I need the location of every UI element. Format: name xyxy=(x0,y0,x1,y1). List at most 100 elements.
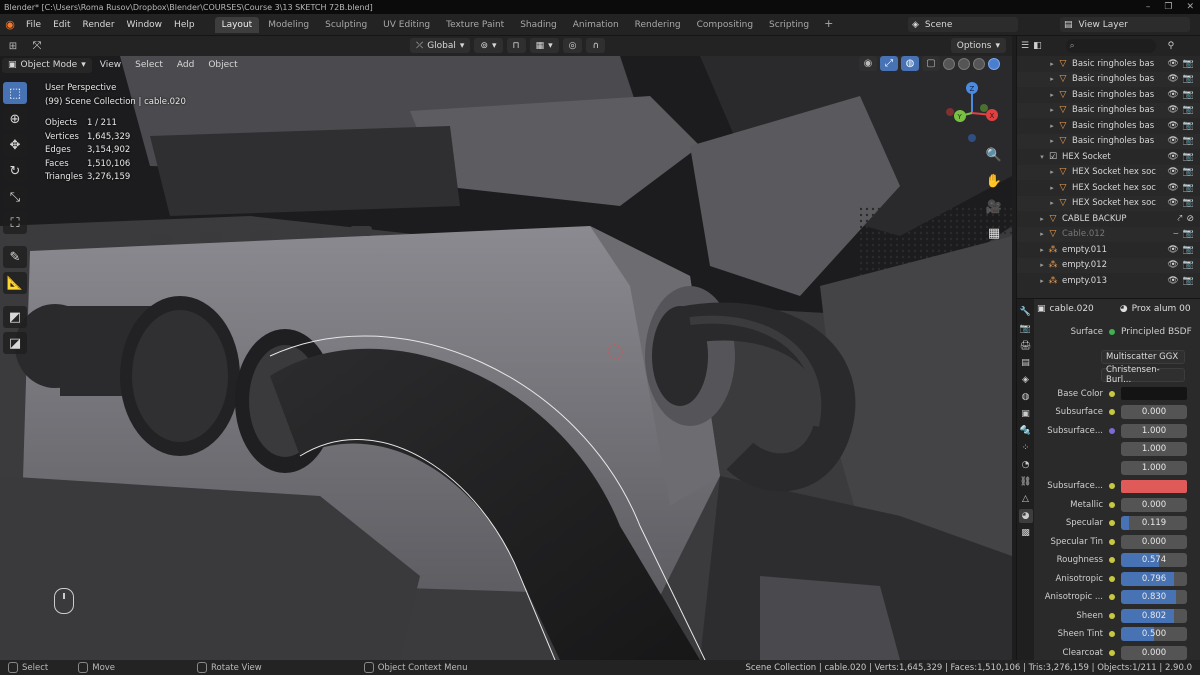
value-slider[interactable]: 0.830 xyxy=(1121,590,1187,605)
value-slider[interactable]: 0.000 xyxy=(1121,405,1187,420)
rendered-shading-icon[interactable] xyxy=(988,57,1000,70)
subsurface-method-dropdown[interactable]: Christensen-Burl... xyxy=(1101,365,1185,385)
outliner-row[interactable]: ▸ ⁂ empty.013 👁 📷 xyxy=(1017,273,1200,289)
particles-tab-icon[interactable]: ⁘ xyxy=(1019,441,1033,455)
measure-tool-icon[interactable]: 📐 xyxy=(3,272,27,294)
transform-tool-icon[interactable]: ⛶ xyxy=(3,212,27,234)
tab-rendering[interactable]: Rendering xyxy=(628,17,688,33)
world-tab-icon[interactable]: ◍ xyxy=(1019,390,1033,404)
camera-view-icon[interactable]: 🎥 xyxy=(984,198,1004,216)
tab-compositing[interactable]: Compositing xyxy=(690,17,760,33)
value-slider[interactable]: 1.000 xyxy=(1121,442,1187,457)
data-tab-icon[interactable]: △ xyxy=(1019,492,1033,506)
value-slider[interactable]: 0.000 xyxy=(1121,534,1187,549)
menu-object[interactable]: Object xyxy=(202,60,243,70)
value-slider[interactable]: 0.119 xyxy=(1121,516,1187,531)
display-mode-icon[interactable]: ◧ xyxy=(1033,41,1042,51)
tab-shading[interactable]: Shading xyxy=(513,17,564,33)
move-tool-icon[interactable]: ✥ xyxy=(3,134,27,156)
maximize-button[interactable]: ❐ xyxy=(1164,2,1172,12)
menu-help[interactable]: Help xyxy=(168,20,201,30)
menu-add[interactable]: Add xyxy=(171,60,200,70)
navigation-gizmo[interactable]: Z X Y xyxy=(940,78,1010,148)
rotate-tool-icon[interactable]: ↻ xyxy=(3,160,27,182)
gizmo-neg-z[interactable] xyxy=(968,134,976,142)
falloff-dropdown[interactable]: ∩ xyxy=(586,38,606,53)
proportional-edit-toggle[interactable]: ◎ xyxy=(562,38,583,53)
value-slider[interactable]: 0.000 xyxy=(1121,645,1187,660)
outliner-row[interactable]: ▸ ▽ Basic ringholes bas 👁 📷 xyxy=(1017,71,1200,87)
render-tab-icon[interactable]: 📷 xyxy=(1019,322,1033,336)
menu-select[interactable]: Select xyxy=(129,60,169,70)
cursor-tool-icon[interactable]: ⊕ xyxy=(3,108,27,130)
modifier-tab-icon[interactable]: 🔩 xyxy=(1019,424,1033,438)
subsurface-color-swatch[interactable] xyxy=(1121,479,1187,493)
outliner-row[interactable]: ▸ ▽ Basic ringholes bas 👁 📷 xyxy=(1017,56,1200,72)
material-tab-icon[interactable]: ◕ xyxy=(1018,509,1033,523)
menu-file[interactable]: File xyxy=(20,20,47,30)
xray-toggle-icon[interactable]: ▢ xyxy=(922,56,940,71)
wireframe-shading-icon[interactable] xyxy=(943,57,955,70)
outliner-row[interactable]: ▸ ⁂ empty.011 👁 📷 xyxy=(1017,242,1200,258)
tool-tab-icon[interactable]: 🔧 xyxy=(1019,305,1033,319)
value-slider[interactable]: 1.000 xyxy=(1121,460,1187,475)
visibility-icon[interactable]: ◉ xyxy=(859,56,877,71)
gizmo-toggle-icon[interactable]: ⤢ xyxy=(880,56,898,71)
outliner-row[interactable]: ▸ ▽ Basic ringholes bas 👁 📷 xyxy=(1017,133,1200,149)
value-slider[interactable]: 0.796 xyxy=(1121,571,1187,586)
tab-modeling[interactable]: Modeling xyxy=(261,17,316,33)
object-tab-icon[interactable]: ▣ xyxy=(1019,407,1033,421)
outliner-row[interactable]: ▸ ▽ HEX Socket hex soc 👁 📷 xyxy=(1017,180,1200,196)
pan-hand-icon[interactable]: ✋ xyxy=(984,172,1004,190)
add-cube-tool-icon[interactable]: ◩ xyxy=(3,306,27,328)
value-slider[interactable]: 0.574 xyxy=(1121,553,1187,568)
active-tool-icon[interactable]: ⤧ xyxy=(26,39,48,53)
tab-layout[interactable]: Layout xyxy=(214,16,260,33)
outliner-row[interactable]: ▸ ▽ CABLE BACKUP ⤤ ⊘ xyxy=(1017,211,1200,227)
value-slider[interactable]: 0.500 xyxy=(1121,627,1187,642)
output-tab-icon[interactable]: 🖨 xyxy=(1019,339,1033,353)
zoom-icon[interactable]: 🔍 xyxy=(984,146,1004,164)
scene-tab-icon[interactable]: ◈ xyxy=(1019,373,1033,387)
annotate-tool-icon[interactable]: ✎ xyxy=(3,246,27,268)
value-slider[interactable]: 0.000 xyxy=(1121,497,1187,512)
orientation-dropdown[interactable]: ⤫ Global ▾ xyxy=(410,38,471,53)
outliner-row[interactable]: ▸ ▽ HEX Socket hex soc 👁 📷 xyxy=(1017,164,1200,180)
menu-render[interactable]: Render xyxy=(77,20,121,30)
close-button[interactable]: ✕ xyxy=(1186,2,1194,12)
value-slider[interactable]: 0.802 xyxy=(1121,608,1187,623)
outliner-row[interactable]: ▸ ▽ Basic ringholes bas 👁 📷 xyxy=(1017,118,1200,134)
blender-logo-icon[interactable]: ◉ xyxy=(0,14,20,36)
mode-dropdown[interactable]: ▣ Object Mode ▾ xyxy=(2,57,92,73)
options-dropdown[interactable]: Options ▾ xyxy=(950,38,1006,53)
menu-edit[interactable]: Edit xyxy=(47,20,76,30)
snap-toggle[interactable]: ⊓ xyxy=(506,38,526,53)
outliner-editor-icon[interactable]: ☰ xyxy=(1021,41,1029,51)
scene-selector[interactable]: ◈ Scene xyxy=(908,17,1018,32)
menu-window[interactable]: Window xyxy=(121,20,169,30)
tab-uv-editing[interactable]: UV Editing xyxy=(376,17,437,33)
gizmo-neg-y[interactable] xyxy=(980,104,988,112)
tab-sculpting[interactable]: Sculpting xyxy=(318,17,374,33)
editor-type-icon[interactable]: ⊞ xyxy=(0,41,26,52)
snap-target-dropdown[interactable]: ▦ ▾ xyxy=(529,38,559,53)
material-shading-icon[interactable] xyxy=(973,57,985,70)
outliner-row[interactable]: ▸ ▽ Cable.012 ⌣ 📷 xyxy=(1017,226,1200,242)
tab-texture-paint[interactable]: Texture Paint xyxy=(439,17,511,33)
constraints-tab-icon[interactable]: ⛓ xyxy=(1019,475,1033,489)
tab-scripting[interactable]: Scripting xyxy=(762,17,816,33)
overlays-toggle-icon[interactable]: ◍ xyxy=(901,56,919,71)
ortho-grid-icon[interactable]: ▦ xyxy=(984,224,1004,242)
scale-tool-icon[interactable]: ⤡ xyxy=(3,186,27,208)
outliner-row[interactable]: ▾ ☑ HEX Socket 👁 📷 xyxy=(1017,149,1200,165)
menu-view[interactable]: View xyxy=(94,60,127,70)
gizmo-neg-x[interactable] xyxy=(946,108,954,116)
outliner-search-input[interactable]: ⌕ xyxy=(1065,39,1156,53)
outliner-row[interactable]: ▸ ⁂ empty.012 👁 📷 xyxy=(1017,257,1200,273)
value-slider[interactable]: 1.000 xyxy=(1121,423,1187,438)
minimize-button[interactable]: – xyxy=(1146,2,1151,12)
texture-tab-icon[interactable]: ▩ xyxy=(1019,526,1033,540)
tab-animation[interactable]: Animation xyxy=(566,17,626,33)
view-layer-tab-icon[interactable]: ▤ xyxy=(1019,356,1033,370)
distribution-dropdown[interactable]: Multiscatter GGX xyxy=(1101,349,1185,364)
